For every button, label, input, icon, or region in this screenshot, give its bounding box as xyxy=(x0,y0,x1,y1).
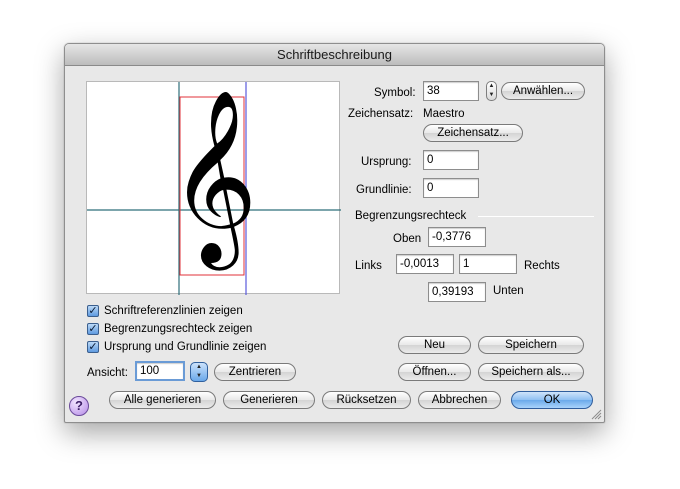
charset-button[interactable]: Zeichensatz... xyxy=(423,124,523,142)
bounding-box-checkbox[interactable]: ✓ xyxy=(87,323,99,335)
ok-button[interactable]: OK xyxy=(511,391,593,409)
top-label: Oben xyxy=(393,233,422,245)
save-as-button[interactable]: Speichern als... xyxy=(478,363,584,381)
charset-value: Maestro xyxy=(423,108,465,120)
help-icon[interactable]: ? xyxy=(69,396,89,416)
open-button[interactable]: Öffnen... xyxy=(398,363,471,381)
right-field[interactable]: 1 xyxy=(459,254,517,274)
bounding-box-separator xyxy=(478,216,594,217)
generate-all-button[interactable]: Alle generieren xyxy=(109,391,216,409)
ref-lines-label: Schriftreferenzlinien zeigen xyxy=(104,305,243,317)
cancel-button[interactable]: Abbrechen xyxy=(418,391,501,409)
treble-clef-glyph: 𝄞 xyxy=(169,89,258,263)
right-label: Rechts xyxy=(524,260,560,272)
bottom-label: Unten xyxy=(493,285,524,297)
reset-button[interactable]: Rücksetzen xyxy=(322,391,411,409)
view-label: Ansicht: xyxy=(87,367,128,379)
resize-grip-icon[interactable] xyxy=(591,409,602,420)
choose-symbol-button[interactable]: Anwählen... xyxy=(501,82,585,100)
window-title: Schriftbeschreibung xyxy=(65,44,604,66)
view-stepper[interactable]: ▲ ▼ xyxy=(190,362,208,382)
font-description-dialog: Schriftbeschreibung 𝄞 Symbol: 38 ▲ ▼ Anwä… xyxy=(64,43,605,423)
new-button[interactable]: Neu xyxy=(398,336,471,354)
save-button[interactable]: Speichern xyxy=(478,336,584,354)
baseline-field[interactable]: 0 xyxy=(423,178,479,198)
origin-label: Ursprung: xyxy=(361,156,412,168)
origin-baseline-checkbox[interactable]: ✓ xyxy=(87,341,99,353)
bottom-field[interactable]: 0,39193 xyxy=(428,282,486,302)
origin-baseline-label: Ursprung und Grundlinie zeigen xyxy=(104,341,267,353)
top-field[interactable]: -0,3776 xyxy=(428,227,486,247)
view-field[interactable]: 100 xyxy=(135,361,185,381)
symbol-field[interactable]: 38 xyxy=(423,81,479,101)
center-button[interactable]: Zentrieren xyxy=(214,363,296,381)
left-label: Links xyxy=(355,260,382,272)
generate-button[interactable]: Generieren xyxy=(223,391,315,409)
ref-lines-checkbox[interactable]: ✓ xyxy=(87,305,99,317)
origin-field[interactable]: 0 xyxy=(423,150,479,170)
charset-label: Zeichensatz: xyxy=(348,108,414,120)
bounding-box-heading: Begrenzungsrechteck xyxy=(355,210,467,222)
glyph-preview: 𝄞 xyxy=(86,81,341,295)
bounding-box-label: Begrenzungsrechteck zeigen xyxy=(104,323,253,335)
symbol-stepper[interactable]: ▲ ▼ xyxy=(486,81,497,101)
left-field[interactable]: -0,0013 xyxy=(396,254,454,274)
baseline-label: Grundlinie: xyxy=(356,184,412,196)
symbol-label: Symbol: xyxy=(374,87,416,99)
